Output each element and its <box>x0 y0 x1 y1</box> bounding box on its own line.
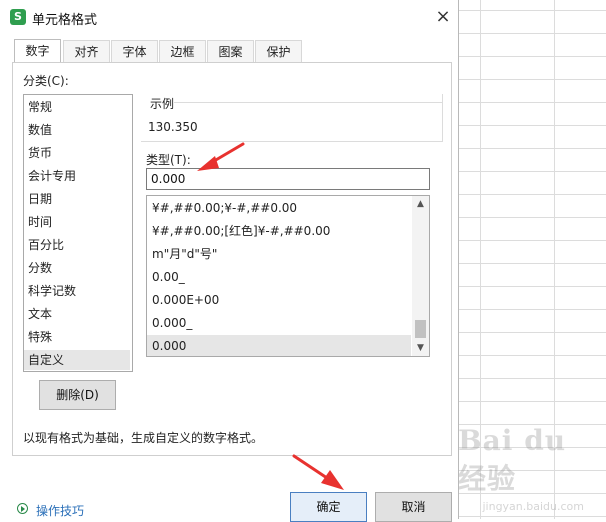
category-list[interactable]: 常规 数值 货币 会计专用 日期 时间 百分比 分数 科学记数 文本 特殊 自定… <box>23 94 133 372</box>
scroll-up-arrow-icon[interactable]: ▲ <box>412 196 429 212</box>
watermark-url: jingyan.baidu.com <box>482 500 584 513</box>
close-button[interactable]: × <box>434 8 452 26</box>
play-circle-icon[interactable] <box>17 503 28 514</box>
category-item-time[interactable]: 时间 <box>24 212 130 232</box>
tab-protection[interactable]: 保护 <box>255 40 302 62</box>
ok-button[interactable]: 确定 <box>290 492 367 522</box>
format-list-scrollbar[interactable]: ▲ ▼ <box>412 196 429 356</box>
tab-pattern[interactable]: 图案 <box>207 40 254 62</box>
dialog-title: 单元格格式 <box>32 13 98 28</box>
format-description: 以现有格式为基础，生成自定义的数字格式。 <box>23 431 264 445</box>
cancel-button[interactable]: 取消 <box>375 492 452 522</box>
scroll-thumb[interactable] <box>415 320 426 338</box>
category-item-number[interactable]: 数值 <box>24 120 130 140</box>
sample-value: 130.350 <box>148 120 198 134</box>
type-label: 类型(T): <box>146 153 191 167</box>
annotation-arrow-ok-icon <box>292 454 344 490</box>
format-item-selected[interactable]: 0.000 <box>147 335 411 356</box>
spreadsheet-grid-background: Bai du 经验 jingyan.baidu.com <box>458 0 606 519</box>
format-item[interactable]: 0.000_ <box>147 312 411 334</box>
watermark: Bai du 经验 <box>458 424 567 495</box>
annotation-arrow-type-icon <box>197 142 245 171</box>
format-cells-dialog: S 单元格格式 × 数字 对齐 字体 边框 图案 保护 分类(C): 常规 数值… <box>0 0 459 522</box>
format-list[interactable]: ¥#,##0.00;¥-#,##0.00 ¥#,##0.00;[红色]¥-#,#… <box>146 195 430 357</box>
type-input[interactable] <box>146 168 430 190</box>
category-label: 分类(C): <box>23 74 69 88</box>
format-item[interactable]: 0.000E+00 <box>147 289 411 311</box>
title-bar: S 单元格格式 × <box>0 0 458 34</box>
category-item-fraction[interactable]: 分数 <box>24 258 130 278</box>
category-item-scientific[interactable]: 科学记数 <box>24 281 130 301</box>
format-item[interactable]: m"月"d"号" <box>147 243 411 265</box>
tips-link[interactable]: 操作技巧 <box>36 502 84 519</box>
category-item-special[interactable]: 特殊 <box>24 327 130 347</box>
wps-logo-icon: S <box>10 9 26 25</box>
tab-border[interactable]: 边框 <box>159 40 206 62</box>
category-item-date[interactable]: 日期 <box>24 189 130 209</box>
category-item-general[interactable]: 常规 <box>24 97 130 117</box>
category-item-accounting[interactable]: 会计专用 <box>24 166 130 186</box>
category-item-percentage[interactable]: 百分比 <box>24 235 130 255</box>
tab-alignment[interactable]: 对齐 <box>63 40 110 62</box>
delete-button[interactable]: 删除(D) <box>39 380 116 410</box>
format-item[interactable]: ¥#,##0.00;¥-#,##0.00 <box>147 197 411 219</box>
tab-font[interactable]: 字体 <box>111 40 158 62</box>
category-item-text[interactable]: 文本 <box>24 304 130 324</box>
format-item[interactable]: ¥#,##0.00;[红色]¥-#,##0.00 <box>147 220 411 242</box>
category-item-currency[interactable]: 货币 <box>24 143 130 163</box>
scroll-down-arrow-icon[interactable]: ▼ <box>412 340 429 356</box>
tab-number[interactable]: 数字 <box>14 39 61 63</box>
sample-box <box>141 94 443 142</box>
category-item-custom[interactable]: 自定义 <box>24 350 130 370</box>
format-item[interactable]: 0.00_ <box>147 266 411 288</box>
